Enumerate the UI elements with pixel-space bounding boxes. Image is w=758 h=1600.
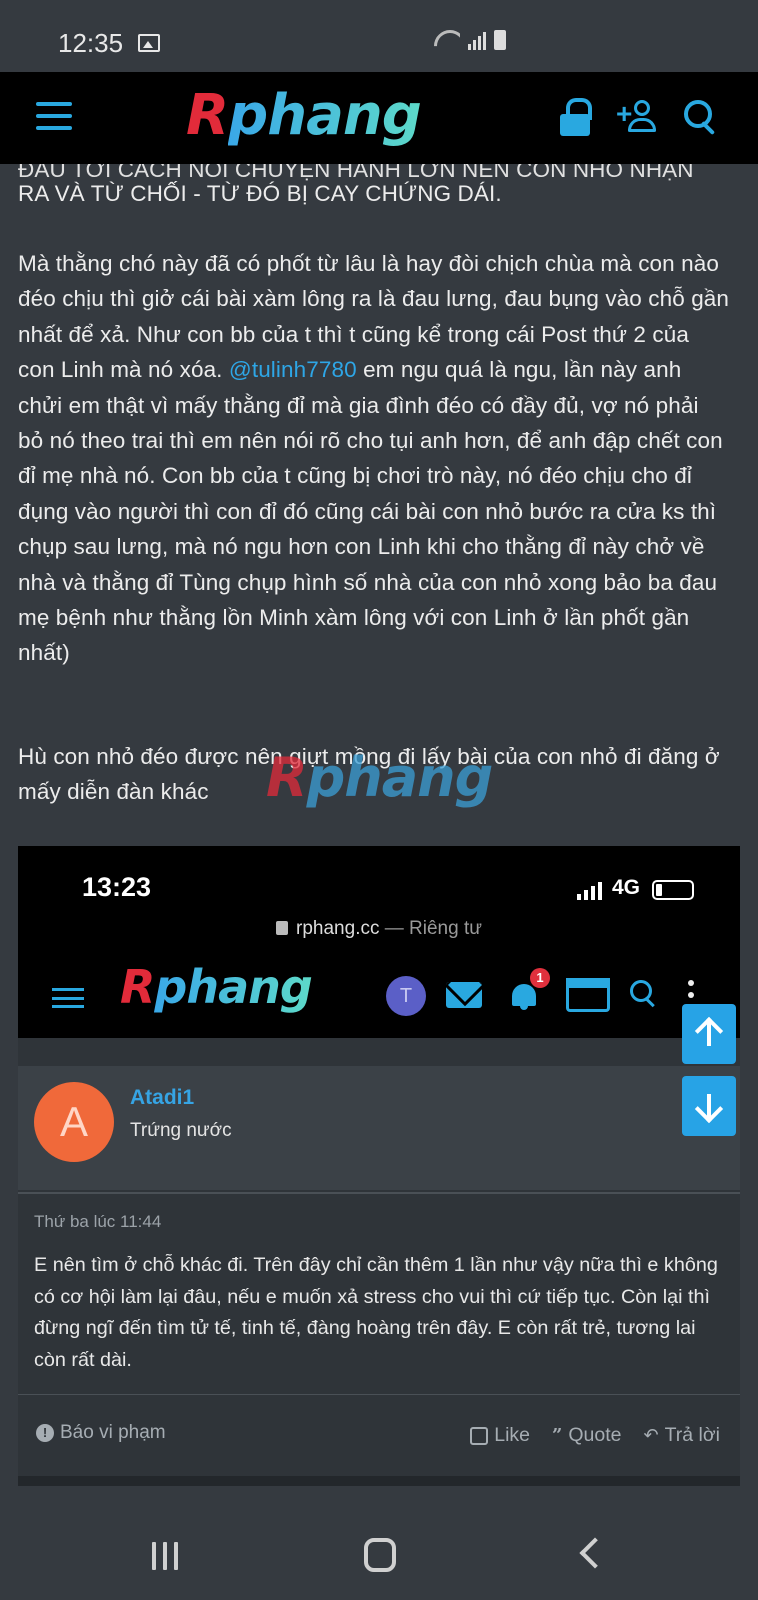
embedded-bottom-strip [18,1476,740,1486]
embedded-browser-header: 13:23 4G rphang.cc — Riêng tư Rphang T 1 [18,846,740,1038]
embedded-post-message: E nên tìm ở chỗ khác đi. Trên đây chỉ cầ… [34,1254,718,1371]
embedded-search-icon [630,980,658,1008]
lock-icon[interactable] [560,98,592,136]
embedded-report-label: Báo vi phạm [60,1422,166,1443]
signal-icon [468,30,486,50]
quote-icon: ” [552,1425,563,1446]
arrow-up-icon [696,1018,722,1048]
embedded-post-actions: Like ” Quote ↶ Trả lời [470,1424,720,1447]
embedded-network-label: 4G [611,876,640,899]
reply-icon: ↶ [643,1425,659,1445]
embedded-quote-label: Quote [568,1424,622,1446]
add-user-icon[interactable]: + [616,100,658,134]
embedded-logo: Rphang [120,960,313,1014]
battery-icon [494,30,506,50]
search-icon[interactable] [684,100,718,134]
embedded-report-link: ! Báo vi phạm [36,1422,166,1444]
embedded-mail-icon [446,982,482,1008]
watermark-letter-r: R [266,746,308,809]
post-paragraph-2: Mà thằng chó này đã có phốt từ lâu là ha… [18,246,730,671]
thumbs-up-icon [470,1426,489,1445]
recent-apps-button[interactable] [152,1542,178,1570]
embedded-url-bar: rphang.cc — Riêng tư [18,918,740,940]
embedded-menu-icon [52,988,84,1008]
arrow-down-icon [696,1092,722,1122]
embedded-like: Like [470,1424,530,1447]
embedded-user-avatar: A [34,1082,114,1162]
embedded-divider-2 [18,1394,740,1395]
status-time: 12:35 [58,28,124,58]
embedded-url: rphang.cc [296,918,380,939]
scroll-to-top-button[interactable] [682,1004,736,1064]
embedded-quote: ” Quote [552,1424,621,1447]
embedded-logo-letter-r: R [120,960,155,1014]
embedded-user-card: A Atadi1 Trứng nước [18,1066,740,1190]
embedded-like-label: Like [494,1424,531,1446]
site-navbar: Rphang + [0,72,758,164]
scroll-to-bottom-button[interactable] [682,1076,736,1136]
embedded-url-suffix: — Riêng tư [384,918,482,939]
embedded-divider [18,1192,740,1194]
android-navigation-bar [0,1514,758,1600]
embedded-logo-text: phang [154,960,312,1014]
embedded-signal-icon [576,882,602,900]
embedded-post-date: Thứ ba lúc 11:44 [34,1212,162,1231]
embedded-username: Atadi1 [130,1086,195,1109]
embedded-reply: ↶ Trả lời [644,1424,721,1447]
logo-letter-r: R [186,83,229,148]
home-button[interactable] [364,1538,396,1572]
status-bar: 12:35 [0,0,758,72]
embedded-battery-icon [652,880,694,900]
paragraph-2-text-after: em ngu quá là ngu, lần này anh chửi em t… [18,357,723,666]
embedded-store-icon [566,978,610,1012]
embedded-reply-label: Trả lời [664,1424,720,1446]
image-notification-icon [138,34,160,52]
post-paragraph-1: RA VÀ TỪ CHỐI - TỪ ĐÓ BỊ CAY CHỨNG DÁI. [18,181,502,206]
watermark-logo: Rphang [266,746,494,809]
embedded-avatar: T [386,976,426,1016]
embedded-screenshot[interactable]: 13:23 4G rphang.cc — Riêng tư Rphang T 1… [18,846,740,1486]
site-logo[interactable]: Rphang [186,83,422,148]
logo-text: phang [228,83,422,148]
watermark-text: phang [306,746,494,809]
user-mention-link[interactable]: @tulinh7780 [229,357,357,382]
post-content: ĐẦU TỚI CÁCH NÓI CHUYỆN HÀNH LỚN NÊN CON… [0,164,758,1514]
warning-icon: ! [36,1424,54,1442]
status-indicators [434,30,506,50]
menu-icon[interactable] [36,102,72,130]
wifi-icon [434,30,460,50]
embedded-notification-badge: 1 [530,968,550,988]
back-button[interactable] [579,1537,611,1569]
embedded-status-indicators: 4G [576,876,694,900]
embedded-lock-icon [276,921,289,935]
embedded-status-time: 13:23 [82,872,152,902]
navbar-actions: + [560,98,718,136]
embedded-user-title: Trứng nước [130,1120,232,1141]
